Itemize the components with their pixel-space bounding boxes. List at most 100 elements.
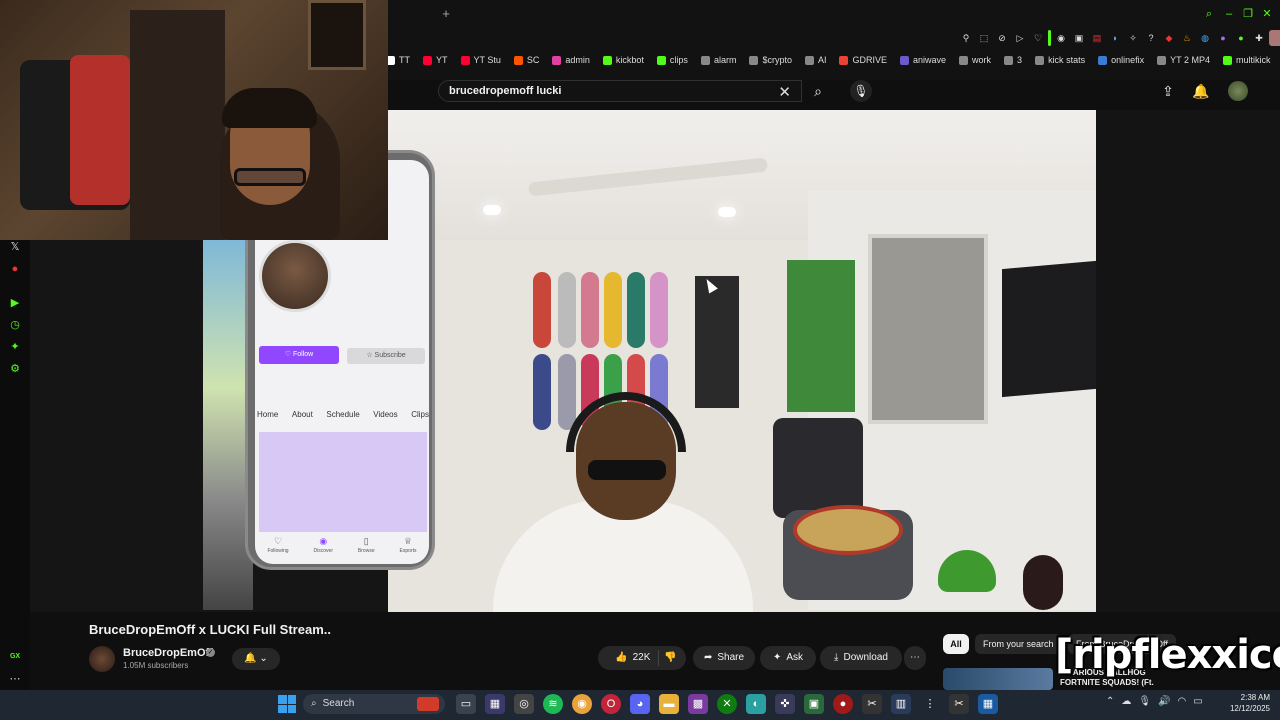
camera-icon[interactable]: ◉ xyxy=(1053,30,1069,46)
upload-icon[interactable]: ⇪ xyxy=(1159,82,1177,100)
phone-nav-esports[interactable]: ♕ Esports xyxy=(400,536,417,554)
phone-tab[interactable]: Home xyxy=(257,410,278,419)
chip-from-search[interactable]: From your search xyxy=(975,634,1062,654)
app6-icon[interactable]: ▥ xyxy=(891,694,911,714)
phone-nav-browse[interactable]: ▯ Browse xyxy=(358,536,375,554)
bookmark-item[interactable]: alarm xyxy=(700,55,736,65)
phone-tab[interactable]: Clips xyxy=(411,410,429,419)
phone-nav-following[interactable]: ♡ Following xyxy=(267,536,288,554)
x-icon[interactable]: 𝕏 xyxy=(8,240,22,254)
chrome-icon[interactable]: ◉ xyxy=(572,694,592,714)
puzzle-icon[interactable]: ✚ xyxy=(1251,30,1267,46)
bookmark-item[interactable]: $crypto xyxy=(749,55,792,65)
flame-icon[interactable]: ♨ xyxy=(1179,30,1195,46)
shield-icon[interactable]: ◆ xyxy=(1161,30,1177,46)
more-actions-button[interactable]: ⋯ xyxy=(904,646,926,670)
notification-bell-button[interactable]: 🔔 ⌄ xyxy=(232,648,280,670)
settings-icon[interactable]: ⚙ xyxy=(8,362,22,376)
bookmark-item[interactable]: work xyxy=(959,55,991,65)
image-icon[interactable]: ▣ xyxy=(1071,30,1087,46)
close-icon[interactable]: ✕ xyxy=(778,83,791,101)
cloud-icon[interactable]: ☁ xyxy=(1121,696,1131,707)
extensions-icon[interactable]: ✦ xyxy=(8,340,22,354)
record-ext-icon[interactable]: ▤ xyxy=(1089,30,1105,46)
app4-icon[interactable]: ▣ xyxy=(804,694,824,714)
clock-icon[interactable]: ◷ xyxy=(8,318,22,332)
video-player[interactable] xyxy=(388,110,1096,612)
more-icon[interactable]: ⋯ xyxy=(8,672,22,686)
bookmark-item[interactable]: GDRIVE xyxy=(839,55,887,65)
translate-icon[interactable]: ✧ xyxy=(1125,30,1141,46)
chevron-up-icon[interactable]: ⌃ xyxy=(1106,696,1114,707)
account-avatar[interactable] xyxy=(1228,81,1248,101)
search-tabs-icon[interactable]: ⌕ xyxy=(1202,7,1216,21)
search-icon[interactable]: ⌕ xyxy=(802,80,834,102)
bookmark-item[interactable]: onlinefix xyxy=(1098,55,1144,65)
steam-icon[interactable]: ◎ xyxy=(514,694,534,714)
calculator-icon[interactable]: ▦ xyxy=(978,694,998,714)
phone-tab[interactable]: Schedule xyxy=(326,410,359,419)
bookmark-item[interactable]: admin xyxy=(552,55,590,65)
battery-icon[interactable]: ▭ xyxy=(1193,696,1202,707)
app7-icon[interactable]: ⋮ xyxy=(920,694,940,714)
restore-icon[interactable]: ❐ xyxy=(1241,7,1255,21)
channel-avatar[interactable] xyxy=(89,646,115,672)
help-icon[interactable]: ? xyxy=(1143,30,1159,46)
follow-button[interactable]: ♡ Follow xyxy=(259,346,339,364)
bookmark-item[interactable]: aniwave xyxy=(900,55,946,65)
purple-ext-icon[interactable]: ● xyxy=(1215,30,1231,46)
channel-name[interactable]: BruceDropEmOff xyxy=(123,647,213,659)
app5-icon[interactable]: ● xyxy=(833,694,853,714)
close-window-icon[interactable]: ✕ xyxy=(1260,7,1274,21)
controller-icon[interactable]: ✜ xyxy=(775,694,795,714)
bookmark-item[interactable]: kick stats xyxy=(1035,55,1085,65)
snapshot-icon[interactable]: ⬚ xyxy=(976,30,992,46)
like-button[interactable]: 👍 22K xyxy=(607,650,660,666)
file-explorer-icon[interactable]: ▬ xyxy=(659,694,679,714)
opera-icon[interactable]: O xyxy=(601,694,621,714)
new-tab-button[interactable]: + xyxy=(440,7,452,20)
bookmark-item[interactable]: YT 2 MP4 xyxy=(1157,55,1210,65)
bookmark-item[interactable]: SC xyxy=(513,55,539,65)
microphone-icon[interactable]: 🎙 xyxy=(1138,696,1151,707)
bookmark-item[interactable]: YT xyxy=(423,55,448,65)
play-icon[interactable]: ▶ xyxy=(8,296,22,310)
gx-logo-icon[interactable]: GX xyxy=(8,650,22,664)
bookmark-item[interactable]: TT xyxy=(386,55,410,65)
app-icon[interactable]: ▦ xyxy=(485,694,505,714)
app3-icon[interactable]: ◐ xyxy=(746,694,766,714)
discord-icon[interactable]: ◕ xyxy=(630,694,650,714)
microphone-icon[interactable]: 🎙 xyxy=(850,80,872,102)
bookmark-item[interactable]: 3 xyxy=(1004,55,1022,65)
taskbar-search[interactable]: ⌕ Search xyxy=(303,694,445,714)
record-icon[interactable]: ● xyxy=(8,262,22,276)
xbox-icon[interactable]: ✕ xyxy=(717,694,737,714)
minimize-icon[interactable]: – xyxy=(1222,7,1236,21)
thumbs-down-icon[interactable]: 👎 xyxy=(664,646,676,670)
capcut-icon[interactable]: ✂ xyxy=(862,694,882,714)
wifi-icon[interactable]: ◠ xyxy=(1178,696,1187,707)
search-input[interactable]: brucedropemoff lucki ✕ xyxy=(438,80,802,102)
start-button[interactable] xyxy=(278,695,296,713)
pin-icon[interactable]: ⚲ xyxy=(958,30,974,46)
spotify-icon[interactable]: ≋ xyxy=(543,694,563,714)
download-button[interactable]: ⤓ Download xyxy=(820,646,902,670)
globe-icon[interactable]: ◍ xyxy=(1197,30,1213,46)
phone-tab[interactable]: Videos xyxy=(373,410,397,419)
capcut2-icon[interactable]: ✂ xyxy=(949,694,969,714)
player-icon[interactable]: ▷ xyxy=(1012,30,1028,46)
block-icon[interactable]: ⊘ xyxy=(994,30,1010,46)
bookmark-item[interactable]: multikick xyxy=(1222,55,1270,65)
audio-icon[interactable]: ◗ xyxy=(1107,30,1123,46)
bell-icon[interactable]: 🔔 xyxy=(1192,82,1210,100)
taskbar-clock[interactable]: 2:38 AM 12/12/2025 xyxy=(1226,692,1270,714)
share-button[interactable]: ➦ Share xyxy=(693,646,755,670)
bookmark-item[interactable]: kickbot xyxy=(602,55,644,65)
ask-button[interactable]: ✦ Ask xyxy=(760,646,816,670)
app2-icon[interactable]: ▩ xyxy=(688,694,708,714)
green-ext-icon[interactable]: ● xyxy=(1233,30,1249,46)
bookmark-item[interactable]: YT Stu xyxy=(460,55,501,65)
subscribe-button[interactable]: ☆ Subscribe xyxy=(347,348,425,364)
bookmark-item[interactable]: clips xyxy=(656,55,688,65)
recommendation-thumbnail[interactable] xyxy=(943,668,1053,690)
